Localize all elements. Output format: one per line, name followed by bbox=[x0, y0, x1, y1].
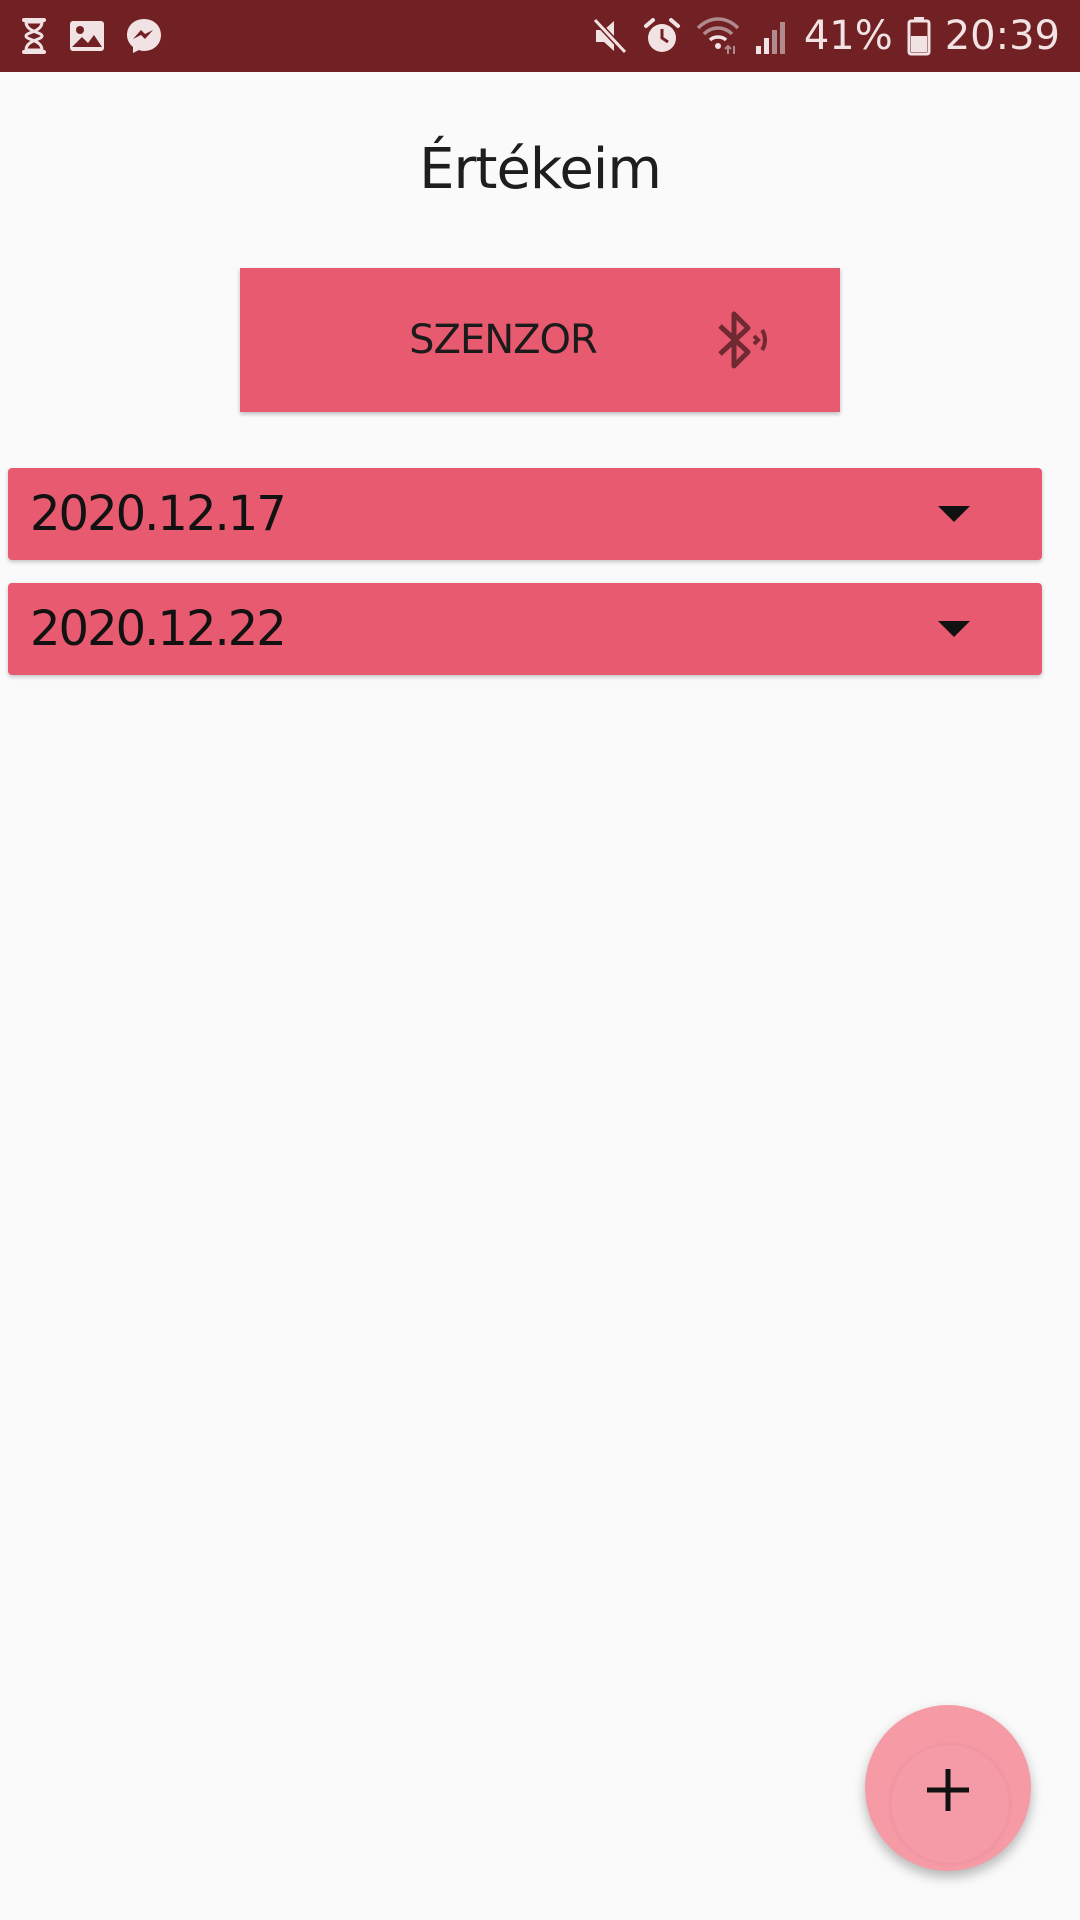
add-button[interactable] bbox=[865, 1705, 1031, 1871]
mute-icon bbox=[592, 16, 628, 56]
clock: 20:39 bbox=[944, 13, 1060, 59]
date-row[interactable]: 2020.12.17 bbox=[8, 468, 1042, 560]
notification-icons bbox=[18, 12, 164, 60]
sensor-button[interactable]: SZENZOR bbox=[240, 268, 840, 412]
plus-icon bbox=[925, 1767, 971, 1817]
battery-percent: 41% bbox=[803, 13, 893, 59]
date-label: 2020.12.17 bbox=[30, 486, 287, 542]
dropdown-arrow-icon bbox=[938, 621, 970, 641]
page-title: Értékeim bbox=[419, 137, 662, 202]
alarm-icon bbox=[642, 16, 682, 56]
signal-icon bbox=[754, 16, 790, 56]
bluetooth-audio-icon bbox=[714, 308, 774, 376]
wifi-icon bbox=[696, 16, 740, 56]
system-icons: 41% 20:39 bbox=[592, 10, 1060, 62]
sensor-button-label: SZENZOR bbox=[409, 317, 598, 363]
status-bar: 41% 20:39 bbox=[0, 0, 1080, 72]
messenger-icon bbox=[124, 16, 164, 56]
date-label: 2020.12.22 bbox=[30, 601, 287, 657]
gallery-icon bbox=[68, 19, 106, 53]
hourglass-icon bbox=[18, 16, 50, 56]
dropdown-arrow-icon bbox=[938, 506, 970, 526]
date-row[interactable]: 2020.12.22 bbox=[8, 583, 1042, 675]
battery-icon bbox=[907, 16, 931, 56]
